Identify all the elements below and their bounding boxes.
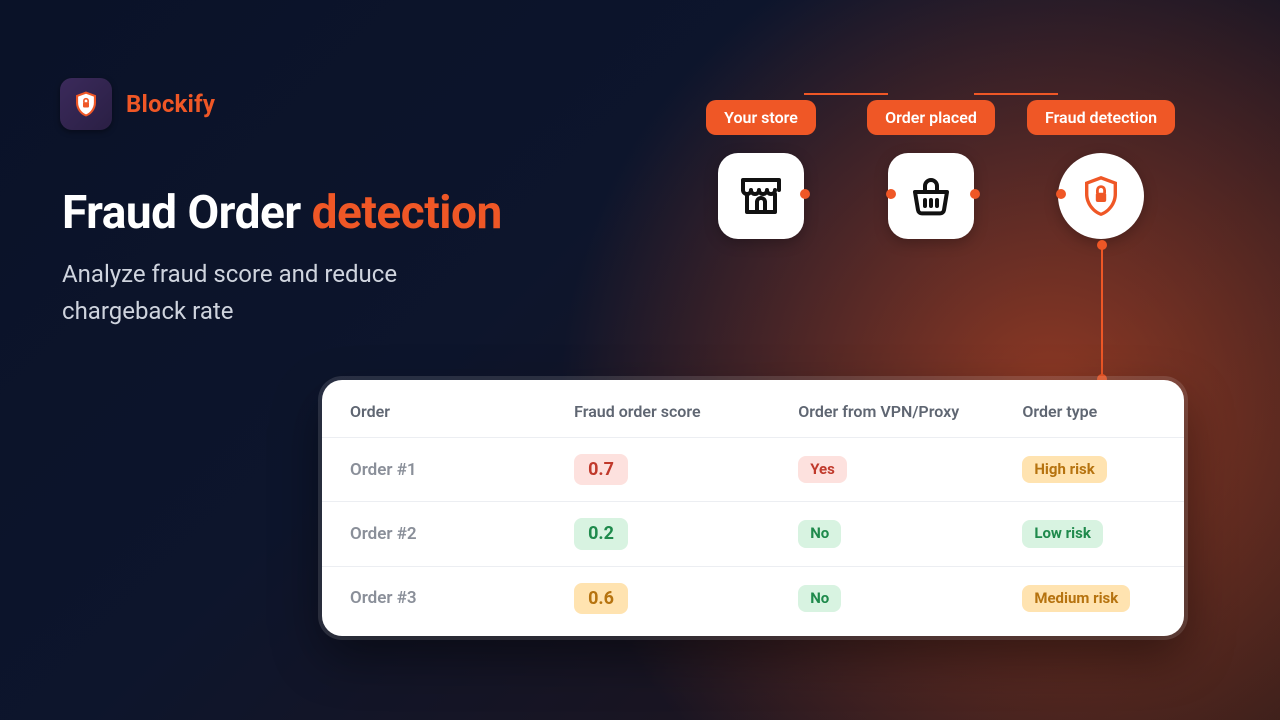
connector-dot [800, 189, 810, 199]
fraud-table: Order Fraud order score Order from VPN/P… [322, 388, 1184, 636]
cell-type: High risk [994, 438, 1184, 502]
cell-type: Low risk [994, 502, 1184, 566]
connector-line [1101, 248, 1103, 376]
basket-icon [888, 153, 974, 239]
col-vpn: Order from VPN/Proxy [770, 388, 994, 438]
vpn-badge: No [798, 520, 841, 548]
flow-step-order: Order placed [846, 100, 1016, 239]
shield-icon [60, 78, 112, 130]
fraud-table-card: Order Fraud order score Order from VPN/P… [322, 380, 1184, 636]
store-icon [718, 153, 804, 239]
cell-vpn: No [770, 566, 994, 636]
flow-label-order: Order placed [867, 100, 995, 135]
shield-lock-icon [1058, 153, 1144, 239]
score-badge: 0.6 [574, 583, 628, 614]
process-flow: Your store Order placed Fraud detection [676, 100, 1186, 239]
page-title: Fraud Order detection [62, 186, 502, 240]
vpn-badge: Yes [798, 456, 847, 484]
connector-dot [970, 189, 980, 199]
connector-line [804, 93, 888, 95]
cell-order: Order #3 [322, 566, 546, 636]
col-type: Order type [994, 388, 1184, 438]
cell-score: 0.2 [546, 502, 770, 566]
col-score: Fraud order score [546, 388, 770, 438]
connector-dot [1056, 189, 1066, 199]
title-accent: detection [312, 186, 502, 240]
connector-dot [886, 189, 896, 199]
flow-step-store: Your store [676, 100, 846, 239]
cell-order: Order #1 [322, 438, 546, 502]
table-row: Order #2 0.2 No Low risk [322, 502, 1184, 566]
score-badge: 0.7 [574, 454, 628, 485]
type-badge: Medium risk [1022, 585, 1130, 613]
title-part1: Fraud Order [62, 186, 312, 240]
flow-step-fraud: Fraud detection [1016, 100, 1186, 239]
type-badge: Low risk [1022, 520, 1103, 548]
table-row: Order #1 0.7 Yes High risk [322, 438, 1184, 502]
brand-logo: Blockify [60, 78, 215, 130]
flow-label-store: Your store [706, 100, 816, 135]
score-badge: 0.2 [574, 518, 628, 549]
brand-name: Blockify [126, 90, 215, 118]
vpn-badge: No [798, 585, 841, 613]
flow-label-fraud: Fraud detection [1027, 100, 1175, 135]
connector-line [974, 93, 1058, 95]
cell-type: Medium risk [994, 566, 1184, 636]
col-order: Order [322, 388, 546, 438]
table-row: Order #3 0.6 No Medium risk [322, 566, 1184, 636]
table-header-row: Order Fraud order score Order from VPN/P… [322, 388, 1184, 438]
type-badge: High risk [1022, 456, 1106, 484]
cell-vpn: Yes [770, 438, 994, 502]
cell-order: Order #2 [322, 502, 546, 566]
cell-vpn: No [770, 502, 994, 566]
cell-score: 0.7 [546, 438, 770, 502]
page-subtitle: Analyze fraud score and reduce chargebac… [62, 256, 522, 330]
cell-score: 0.6 [546, 566, 770, 636]
